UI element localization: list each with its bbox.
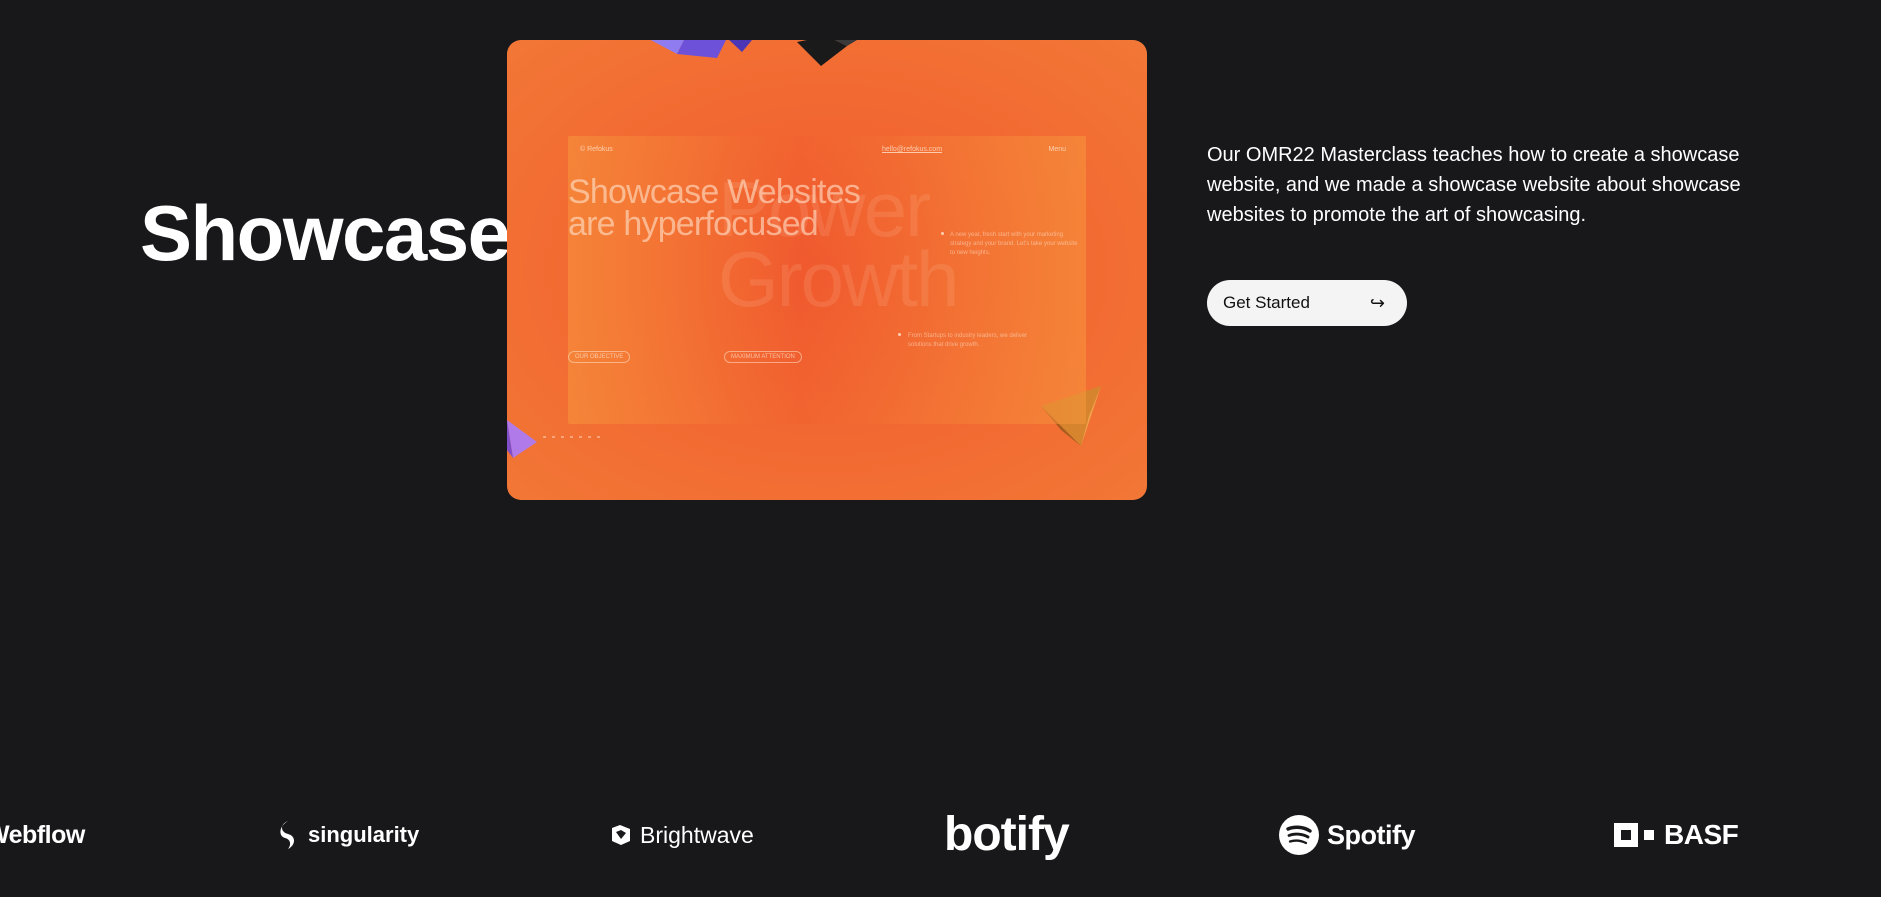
page: Showcase © Refokus hello@refokus.com Men… xyxy=(0,0,1881,897)
arrow-return-icon: ↪ xyxy=(1369,292,1385,313)
botify-logo: botify xyxy=(944,808,1070,861)
brightwave-icon xyxy=(612,825,630,845)
get-started-label: Get Started xyxy=(1223,293,1310,312)
section-description: Our OMR22 Masterclass teaches how to cre… xyxy=(1207,144,1741,226)
embedded-website-screenshot: © Refokus hello@refokus.com Menu Power G… xyxy=(568,136,1086,424)
embedded-email-link: hello@refokus.com xyxy=(882,146,943,153)
embedded-nav: © Refokus hello@refokus.com Menu xyxy=(580,146,1074,158)
brightwave-logo: Brightwave xyxy=(610,805,754,865)
embedded-menu: Menu xyxy=(1048,146,1066,153)
embedded-pill: MAXIMUM ATTENTION xyxy=(724,351,802,363)
embedded-bullet xyxy=(898,333,901,336)
spotify-icon xyxy=(1279,815,1319,855)
purple-shard-icon xyxy=(507,420,537,458)
singularity-icon xyxy=(280,821,294,849)
embedded-copy: From Startups to industry leaders, we de… xyxy=(908,333,1028,348)
get-started-button[interactable]: Get Started ↪ xyxy=(1207,280,1407,326)
section-title: Showcase xyxy=(140,189,511,277)
embedded-headline: Showcase Websites are hyperfocused xyxy=(568,173,861,243)
basf-icon xyxy=(1614,823,1654,847)
embedded-bullet xyxy=(941,232,944,235)
basf-logo: BASF xyxy=(1614,805,1739,865)
dashed-line-icon xyxy=(543,436,603,438)
black-pyramid-icon xyxy=(797,40,857,66)
embedded-copy: A new year, fresh start with your market… xyxy=(950,232,1078,256)
embedded-brand: © Refokus xyxy=(580,146,613,153)
singularity-logo: singularity xyxy=(276,805,419,865)
spotify-logo: Spotify xyxy=(1279,805,1416,865)
webflow-logo: Webflow xyxy=(0,820,85,849)
embedded-pill: OUR OBJECTIVE xyxy=(568,351,631,363)
showcase-preview-video[interactable]: © Refokus hello@refokus.com Menu Power G… xyxy=(507,40,1147,500)
client-logo-strip: Webflow singularity Brightwave botify xyxy=(0,805,1881,865)
purple-pyramid-icon xyxy=(650,40,752,58)
